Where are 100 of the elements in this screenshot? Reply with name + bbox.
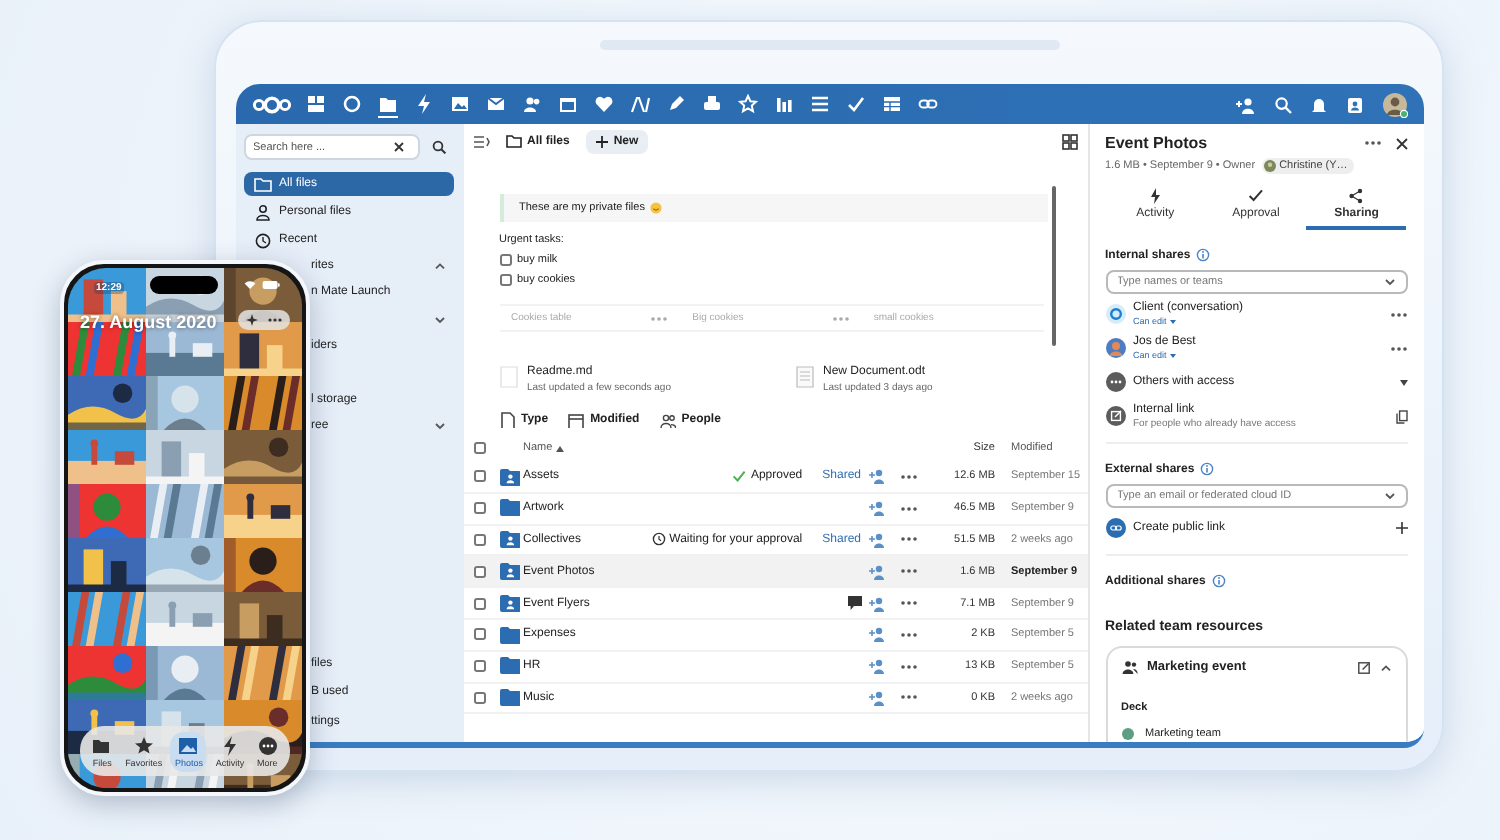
checkbox[interactable] xyxy=(473,660,485,673)
people-icon xyxy=(659,412,676,428)
expand-icon[interactable] xyxy=(433,422,445,431)
more-icon[interactable] xyxy=(899,631,917,638)
more-icon[interactable] xyxy=(899,663,917,670)
checkbox[interactable] xyxy=(473,597,485,610)
share-person-icon[interactable] xyxy=(867,626,885,643)
wifi-icon xyxy=(244,280,256,290)
sort-icon xyxy=(556,445,565,451)
search-icon[interactable] xyxy=(431,140,445,154)
app-tab[interactable] xyxy=(521,91,541,117)
close-icon[interactable] xyxy=(393,142,403,152)
checkbox[interactable] xyxy=(473,565,485,578)
checkbox[interactable] xyxy=(473,502,485,515)
bell-icon[interactable] xyxy=(1309,95,1327,113)
checkbox[interactable] xyxy=(473,691,485,704)
collapse-icon[interactable] xyxy=(1379,663,1391,671)
document-icon xyxy=(795,366,813,388)
sidebar-toggle-icon[interactable] xyxy=(473,135,489,147)
contacts-icon[interactable] xyxy=(1345,95,1363,113)
dashboard-icon xyxy=(305,93,325,113)
avatar[interactable] xyxy=(1381,91,1407,117)
app-tab[interactable] xyxy=(809,91,829,117)
people-icon xyxy=(521,93,541,113)
avatar xyxy=(1105,338,1125,358)
app-tab[interactable] xyxy=(593,91,613,117)
link-icon[interactable] xyxy=(1105,518,1125,538)
close-icon[interactable] xyxy=(1395,137,1407,149)
more-icon[interactable] xyxy=(899,600,917,607)
app-tab[interactable] xyxy=(305,91,325,117)
people-add-icon[interactable] xyxy=(1235,95,1255,113)
more-icon[interactable] xyxy=(1363,140,1381,146)
checkbox[interactable] xyxy=(499,254,511,266)
checkbox[interactable] xyxy=(499,274,511,286)
check-icon xyxy=(845,93,865,113)
expand-icon[interactable] xyxy=(433,315,445,324)
calendar-icon xyxy=(557,93,577,113)
share-person-icon[interactable] xyxy=(867,658,885,675)
app-tab[interactable] xyxy=(629,91,649,117)
share-person-icon[interactable] xyxy=(867,689,885,706)
chat-icon xyxy=(341,93,361,113)
more-icon[interactable] xyxy=(899,536,917,543)
more-icon[interactable] xyxy=(899,694,917,701)
share-person-icon[interactable] xyxy=(867,563,885,580)
date-heading: 27. August 2020 xyxy=(80,312,217,332)
share-person-icon[interactable] xyxy=(867,531,885,548)
scrollbar[interactable] xyxy=(1051,186,1055,346)
mail-icon xyxy=(485,93,505,113)
people-icon xyxy=(1121,660,1137,674)
clock-icon xyxy=(253,231,271,249)
more-icon[interactable] xyxy=(1389,311,1407,317)
share-icon xyxy=(1348,188,1365,204)
team-folder-icon xyxy=(499,562,520,582)
folder-icon xyxy=(499,656,520,676)
search-icon[interactable] xyxy=(1273,95,1291,113)
checkbox[interactable] xyxy=(473,533,485,546)
heart-icon xyxy=(593,93,613,113)
folder-icon xyxy=(253,175,271,193)
plus-icon xyxy=(595,135,608,147)
plus-icon[interactable] xyxy=(1395,522,1407,534)
team-folder-icon xyxy=(499,467,520,487)
caret-icon xyxy=(1170,319,1177,323)
grid-view-icon[interactable] xyxy=(1061,133,1077,149)
copy-icon[interactable] xyxy=(1395,409,1407,423)
more-icon[interactable] xyxy=(1389,345,1407,351)
collapse-icon[interactable] xyxy=(433,261,445,270)
share-person-icon[interactable] xyxy=(867,595,885,612)
app-tab[interactable] xyxy=(341,91,361,117)
pencil-icon xyxy=(665,93,685,113)
app-tab[interactable] xyxy=(737,91,757,117)
avatar xyxy=(1263,160,1276,172)
text-file-icon xyxy=(499,366,517,388)
link-icon xyxy=(917,93,937,113)
app-tab[interactable] xyxy=(449,91,469,117)
more-icon xyxy=(1105,372,1125,392)
checkbox[interactable] xyxy=(473,628,485,641)
more-icon[interactable] xyxy=(899,473,917,480)
share-person-icon[interactable] xyxy=(867,468,885,485)
share-person-icon[interactable] xyxy=(867,500,885,517)
info-icon xyxy=(1211,574,1226,588)
chevron-icon[interactable] xyxy=(1383,492,1395,500)
app-tab[interactable] xyxy=(881,91,901,117)
logo-icon[interactable] xyxy=(251,95,291,113)
open-icon[interactable] xyxy=(1357,661,1369,673)
caret-icon xyxy=(1170,353,1177,357)
folder-icon xyxy=(499,498,520,518)
comment-icon[interactable] xyxy=(847,596,861,611)
app-tab[interactable] xyxy=(413,91,433,117)
panel-title: Event Photos xyxy=(1105,134,1208,152)
checkbox[interactable] xyxy=(473,470,485,483)
info-icon xyxy=(1196,248,1211,262)
info-icon xyxy=(1200,462,1215,476)
clock-icon xyxy=(651,532,666,547)
more-icon[interactable] xyxy=(899,505,917,512)
action-pill[interactable] xyxy=(238,310,290,330)
more-icon[interactable] xyxy=(899,568,917,575)
caret-icon[interactable] xyxy=(1399,379,1407,385)
checkbox[interactable] xyxy=(473,442,485,454)
bolt-icon xyxy=(1147,188,1164,204)
chevron-icon[interactable] xyxy=(1383,278,1395,286)
